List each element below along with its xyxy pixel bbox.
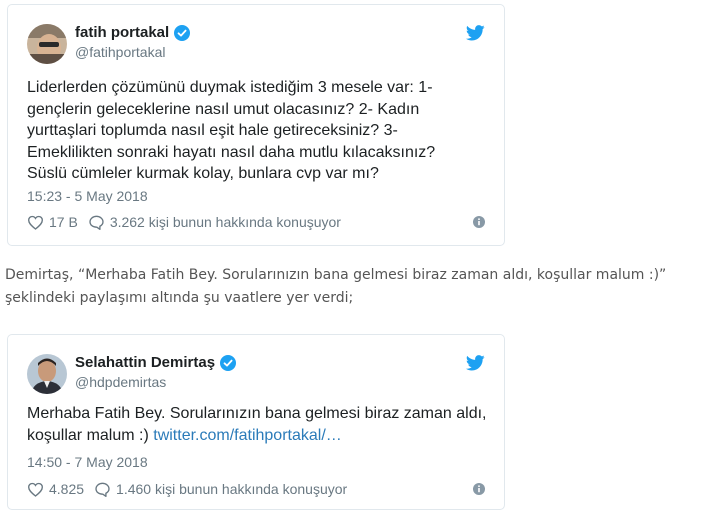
verified-badge-icon: [220, 354, 237, 371]
author-info[interactable]: fatih portakal @fatihportakal: [75, 24, 191, 60]
info-icon[interactable]: [473, 215, 485, 228]
heart-icon: [27, 215, 44, 230]
avatar[interactable]: [27, 24, 67, 64]
twitter-bird-icon[interactable]: [465, 355, 485, 371]
conversation-count: 3.262 kişi bunun hakkında konuşuyor: [109, 214, 341, 230]
twitter-bird-icon[interactable]: [465, 25, 485, 41]
conversation-link[interactable]: 1.460 kişi bunun hakkında konuşuyor: [94, 481, 347, 497]
like-button[interactable]: 4.825: [27, 481, 84, 497]
tweet-text: Merhaba Fatih Bey. Sorularınızın bana ge…: [27, 403, 487, 446]
heart-icon: [27, 482, 44, 497]
author-info[interactable]: Selahattin Demirtaş @hdpdemirtas: [75, 354, 237, 390]
tweet-link[interactable]: twitter.com/fatihportakal/…: [153, 427, 342, 444]
tweet-actions: 17 B 3.262 kişi bunun hakkında konuşuyor: [27, 214, 485, 230]
tweet-actions: 4.825 1.460 kişi bunun hakkında konuşuyo…: [27, 481, 485, 497]
like-count: 4.825: [49, 481, 85, 497]
like-button[interactable]: 17 B: [27, 214, 78, 230]
tweet-timestamp[interactable]: 15:23 - 5 May 2018: [27, 188, 148, 204]
display-name[interactable]: fatih portakal: [75, 24, 169, 41]
like-count: 17 B: [49, 214, 78, 230]
article-paragraph: Demirtaş, “Merhaba Fatih Bey. Sorularını…: [5, 267, 667, 306]
tweet-text: Liderlerden çözümünü duymak istediğim 3 …: [27, 79, 436, 182]
speech-bubble-icon: [89, 215, 104, 230]
handle[interactable]: @hdpdemirtas: [75, 374, 236, 390]
info-icon[interactable]: [473, 482, 485, 495]
embedded-tweet-fatihportakal: fatih portakal @fatihportakal Liderlerde…: [7, 4, 505, 246]
verified-badge-icon: [174, 24, 191, 41]
conversation-count: 1.460 kişi bunun hakkında konuşuyor: [116, 481, 348, 497]
avatar[interactable]: [27, 354, 67, 394]
handle[interactable]: @fatihportakal: [75, 44, 190, 60]
tweet-timestamp[interactable]: 14:50 - 7 May 2018: [27, 454, 148, 470]
speech-bubble-icon: [95, 482, 110, 497]
embedded-tweet-hdpdemirtas: Selahattin Demirtaş @hdpdemirtas Merhaba…: [7, 334, 505, 510]
conversation-link[interactable]: 3.262 kişi bunun hakkında konuşuyor: [88, 214, 341, 230]
display-name[interactable]: Selahattin Demirtaş: [75, 354, 215, 371]
